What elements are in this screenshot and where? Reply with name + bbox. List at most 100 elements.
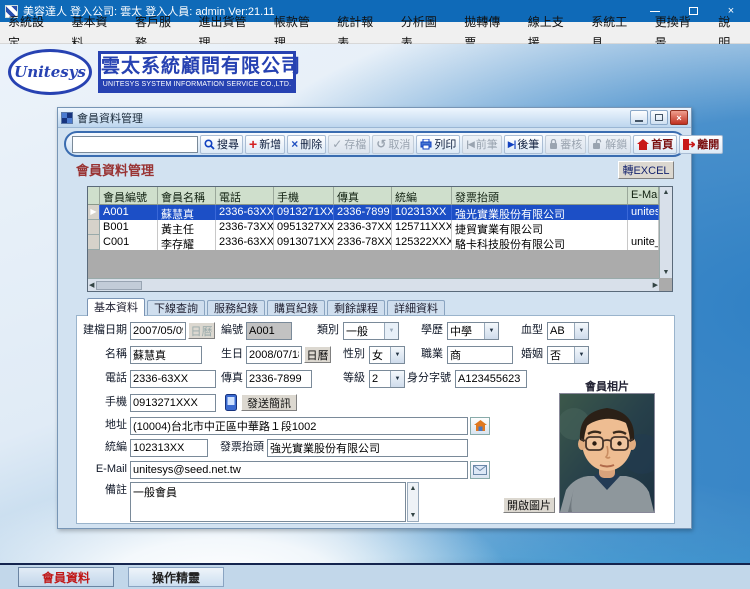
home-button[interactable]: 首頁 xyxy=(633,135,677,154)
col-invoice-title[interactable]: 發票抬頭 xyxy=(452,187,628,205)
fax-input[interactable] xyxy=(246,370,312,388)
add-button[interactable]: +新增 xyxy=(245,135,285,154)
birthday-calendar-button[interactable]: 日曆 xyxy=(304,346,331,363)
search-label: 搜尋 xyxy=(217,136,239,152)
house-icon xyxy=(474,420,487,432)
table-row[interactable]: ▶ A001 蘇慧真 2336-63XX 0913271XXX 2336-789… xyxy=(88,205,659,220)
cross-icon: × xyxy=(291,138,298,150)
marriage-select[interactable]: 否 ▼ xyxy=(547,346,589,364)
delete-button[interactable]: ×刪除 xyxy=(287,135,326,154)
tab-service-records[interactable]: 服務紀錄 xyxy=(207,300,265,316)
unlock-button[interactable]: 解鎖 xyxy=(588,135,631,154)
export-excel-button[interactable]: 轉EXCEL xyxy=(618,161,674,179)
tab-downline-query[interactable]: 下線查詢 xyxy=(147,300,205,316)
printer-icon xyxy=(420,139,432,150)
child-minimize-button[interactable] xyxy=(630,110,648,125)
tax-id-input[interactable] xyxy=(130,439,208,457)
member-no-label: 編號 xyxy=(215,322,243,339)
save-button[interactable]: ✓存檔 xyxy=(328,135,370,154)
send-email-button[interactable] xyxy=(470,461,490,479)
education-select[interactable]: 中學 ▼ xyxy=(447,322,499,340)
table-row[interactable]: B001 黃主任 2336-73XX 0951327XXX 2336-37XX … xyxy=(88,220,659,235)
created-date-input[interactable] xyxy=(130,322,186,340)
company-banner: 雲太系統顧問有限公司 UNITESYS SYSTEM INFORMATION S… xyxy=(98,51,296,93)
child-titlebar[interactable]: 會員資料管理 × xyxy=(58,108,691,128)
tab-basic-data[interactable]: 基本資料 xyxy=(87,298,145,316)
blood-type-select[interactable]: AB ▼ xyxy=(547,322,589,340)
col-fax[interactable]: 傳真 xyxy=(334,187,392,205)
occupation-input[interactable] xyxy=(447,346,513,364)
task-operation-wizard[interactable]: 操作精靈 xyxy=(128,567,224,587)
company-logo: Unitesys 雲太系統顧問有限公司 UNITESYS SYSTEM INFO… xyxy=(8,49,296,95)
cancel-button[interactable]: ↺取消 xyxy=(372,135,414,154)
open-image-button[interactable]: 開啟圖片 xyxy=(503,497,555,513)
detail-tabs: 基本資料 下線查詢 服務紀錄 購買紀錄 剩餘課程 詳細資料 xyxy=(87,298,447,316)
scroll-right-icon[interactable]: ▶ xyxy=(653,280,658,291)
cell-member-name: 黃主任 xyxy=(158,220,216,235)
created-calendar-button[interactable]: 日曆 xyxy=(188,322,215,339)
map-button[interactable] xyxy=(470,417,490,435)
col-email[interactable]: E-Mail xyxy=(628,187,659,205)
gender-select[interactable]: 女 ▼ xyxy=(369,346,405,364)
name-input[interactable] xyxy=(130,346,202,364)
exit-button[interactable]: 離開 xyxy=(679,135,723,154)
company-name-zh: 雲太系統顧問有限公司 xyxy=(101,54,293,79)
mobile-input[interactable] xyxy=(130,394,216,412)
id-number-input[interactable] xyxy=(455,370,527,388)
memo-label: 備註 xyxy=(77,482,127,499)
current-row-marker: ▶ xyxy=(88,205,100,220)
tab-remaining-courses[interactable]: 剩餘課程 xyxy=(327,300,385,316)
invoice-title-label: 發票抬頭 xyxy=(210,439,264,456)
email-input[interactable] xyxy=(130,461,468,479)
plus-icon: + xyxy=(249,137,257,151)
level-label: 等級 xyxy=(335,370,365,387)
cancel-label: 取消 xyxy=(388,136,410,152)
mobile-phone-icon xyxy=(225,394,237,411)
scroll-up-icon[interactable]: ▲ xyxy=(663,187,670,198)
previous-record-button[interactable]: |◀前筆 xyxy=(462,135,501,154)
next-record-button[interactable]: ▶|後筆 xyxy=(504,135,543,154)
scrollbar-thumb[interactable] xyxy=(96,281,142,290)
search-button[interactable]: 搜尋 xyxy=(200,135,243,154)
scroll-up-icon[interactable]: ▲ xyxy=(410,483,417,494)
marriage-label: 婚姻 xyxy=(513,346,543,363)
maximize-icon xyxy=(655,114,663,121)
birthday-input[interactable] xyxy=(246,346,302,364)
col-member-name[interactable]: 會員名稱 xyxy=(158,187,216,205)
task-member-data[interactable]: 會員資料 xyxy=(18,567,114,587)
audit-button[interactable]: 審核 xyxy=(545,135,586,154)
print-button[interactable]: 列印 xyxy=(416,135,460,154)
cell-member-id: C001 xyxy=(100,235,158,250)
chevron-down-icon: ▼ xyxy=(574,347,588,363)
lock-icon xyxy=(549,139,558,150)
cell-member-id: A001 xyxy=(100,205,158,220)
send-sms-button[interactable]: 發送簡訊 xyxy=(241,394,297,411)
cell-mobile: 0913071XXX xyxy=(274,235,334,250)
col-mobile[interactable]: 手機 xyxy=(274,187,334,205)
memo-scrollbar[interactable]: ▲ ▼ xyxy=(407,482,419,522)
table-row[interactable]: C001 李存耀 2336-63XX 0913071XXX 2336-78XX … xyxy=(88,235,659,250)
grid-horizontal-scrollbar[interactable]: ◀ ▶ xyxy=(88,278,659,291)
col-member-id[interactable]: 會員編號 xyxy=(100,187,158,205)
tab-detail-data[interactable]: 詳細資料 xyxy=(387,300,445,316)
col-tax-id[interactable]: 統編 xyxy=(392,187,452,205)
gender-label: 性別 xyxy=(335,346,365,363)
child-close-button[interactable]: × xyxy=(670,110,688,125)
scroll-down-icon[interactable]: ▼ xyxy=(410,510,417,521)
scroll-left-icon[interactable]: ◀ xyxy=(89,280,94,291)
tab-purchase-records[interactable]: 購買紀錄 xyxy=(267,300,325,316)
child-maximize-button[interactable] xyxy=(650,110,668,125)
search-input[interactable] xyxy=(72,136,198,153)
education-label: 學歷 xyxy=(413,322,443,339)
grid-vertical-scrollbar[interactable]: ▲ ▼ xyxy=(659,187,672,278)
col-phone[interactable]: 電話 xyxy=(216,187,274,205)
phone-input[interactable] xyxy=(130,370,216,388)
scroll-down-icon[interactable]: ▼ xyxy=(663,267,670,278)
address-input[interactable] xyxy=(130,417,468,435)
mail-icon xyxy=(473,465,487,475)
invoice-title-input[interactable] xyxy=(267,439,468,457)
memo-textarea[interactable]: 一般會員 xyxy=(130,482,406,522)
category-select[interactable]: 一般 ▼ xyxy=(343,322,399,340)
cell-phone: 2336-63XX xyxy=(216,205,274,220)
name-label: 名稱 xyxy=(77,346,127,363)
